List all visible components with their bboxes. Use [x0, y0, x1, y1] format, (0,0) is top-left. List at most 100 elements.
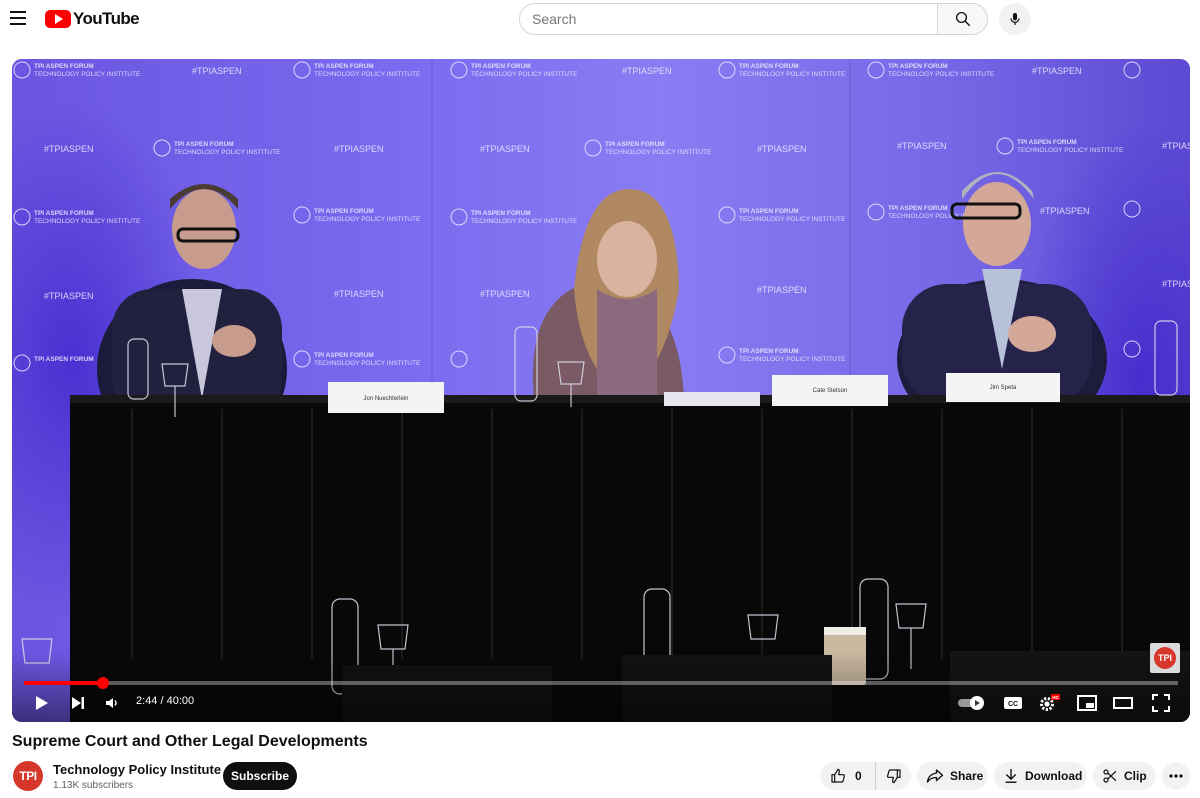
svg-text:TPI ASPEN FORUM: TPI ASPEN FORUM: [739, 208, 799, 215]
nameplate-right-text: Jim Speta: [990, 385, 1017, 391]
svg-text:TECHNOLOGY POLICY INSTITUTE: TECHNOLOGY POLICY INSTITUTE: [739, 71, 846, 78]
menu-icon-line: [10, 23, 26, 25]
svg-text:#TPIASPEN: #TPIASPEN: [192, 66, 242, 76]
youtube-play-icon: [45, 10, 71, 28]
svg-text:#TPIASPEN: #TPIASPEN: [334, 144, 384, 154]
subscribe-button[interactable]: Subscribe: [223, 762, 297, 790]
svg-text:TECHNOLOGY POLICY INSTITUTE: TECHNOLOGY POLICY INSTITUTE: [314, 71, 421, 78]
svg-text:CC: CC: [1008, 701, 1018, 708]
svg-text:TECHNOLOGY POLICY INSTITUTE: TECHNOLOGY POLICY INSTITUTE: [314, 360, 421, 367]
play-icon: [36, 696, 48, 710]
nameplate-middle-text: Cate Stetson: [813, 388, 848, 394]
like-button[interactable]: 0: [820, 762, 876, 790]
voice-search-button[interactable]: [999, 3, 1031, 35]
play-button[interactable]: [30, 691, 54, 715]
video-frame: #TPIASPEN #TPIASPEN #TPIASPEN #TPIASPEN …: [12, 59, 1190, 722]
download-button[interactable]: Download: [994, 762, 1087, 790]
svg-text:#TPIASPEN: #TPIASPEN: [757, 144, 807, 154]
svg-text:TECHNOLOGY POLICY INSTITUTE: TECHNOLOGY POLICY INSTITUTE: [314, 216, 421, 223]
clip-label: Clip: [1124, 769, 1147, 783]
thumbs-up-icon: [831, 768, 845, 783]
menu-button[interactable]: [8, 7, 30, 29]
settings-button[interactable]: HD: [1036, 691, 1062, 715]
svg-text:TPI ASPEN FORUM: TPI ASPEN FORUM: [471, 63, 531, 70]
next-icon: [72, 697, 84, 709]
svg-text:TPI ASPEN FORUM: TPI ASPEN FORUM: [739, 348, 799, 355]
svg-text:#TPIASPEN: #TPIASPEN: [1040, 206, 1090, 216]
theater-mode-button[interactable]: [1110, 691, 1136, 715]
svg-text:TPI ASPEN FORUM: TPI ASPEN FORUM: [314, 63, 374, 70]
svg-text:#TPIASPEN: #TPIASPEN: [334, 289, 384, 299]
svg-text:TPI ASPEN FORUM: TPI ASPEN FORUM: [471, 210, 531, 217]
progress-played: [24, 681, 103, 685]
svg-text:TECHNOLOGY POLICY INSTITUTE: TECHNOLOGY POLICY INSTITUTE: [888, 71, 995, 78]
dislike-button[interactable]: [876, 762, 911, 790]
fullscreen-button[interactable]: [1148, 691, 1174, 715]
fullscreen-icon: [1152, 694, 1170, 712]
search-button[interactable]: [937, 4, 987, 34]
captions-button[interactable]: CC: [1000, 691, 1026, 715]
svg-text:TPI ASPEN FORUM: TPI ASPEN FORUM: [605, 141, 665, 148]
miniplayer-button[interactable]: [1074, 691, 1100, 715]
time-display: 2:44 / 40:00: [136, 695, 195, 707]
microphone-icon: [1010, 13, 1020, 25]
svg-text:#TPIASPEN: #TPIASPEN: [480, 289, 530, 299]
svg-text:TECHNOLOGY POLICY INSTITUTE: TECHNOLOGY POLICY INSTITUTE: [605, 149, 712, 156]
autoplay-icon: [958, 696, 984, 710]
channel-avatar[interactable]: TPI: [13, 761, 43, 791]
gear-icon: HD: [1040, 694, 1060, 711]
svg-text:TECHNOLOGY POLICY INSTITUTE: TECHNOLOGY POLICY INSTITUTE: [1017, 147, 1124, 154]
captions-icon: CC: [1004, 697, 1022, 709]
progress-scrubber[interactable]: [96, 677, 109, 689]
menu-icon-line: [10, 17, 26, 19]
svg-text:#TPIASPEN: #TPIASPEN: [1032, 66, 1082, 76]
autoplay-toggle[interactable]: [956, 691, 988, 715]
hd-badge: HD: [1052, 695, 1059, 700]
svg-text:TPI ASPEN FORUM: TPI ASPEN FORUM: [888, 205, 948, 212]
video-player[interactable]: #TPIASPEN #TPIASPEN #TPIASPEN #TPIASPEN …: [12, 59, 1190, 722]
svg-text:#TPIASPEN: #TPIASPEN: [1162, 279, 1190, 289]
next-button[interactable]: [66, 691, 90, 715]
svg-text:TPI ASPEN FORUM: TPI ASPEN FORUM: [314, 208, 374, 215]
youtube-logo[interactable]: YouTube: [45, 9, 140, 29]
thumbs-down-icon: [886, 769, 901, 784]
share-button[interactable]: Share: [917, 762, 988, 790]
progress-bar[interactable]: [24, 677, 1178, 689]
clip-button[interactable]: Clip: [1093, 762, 1156, 790]
masthead: YouTube: [0, 0, 1200, 38]
mute-button[interactable]: [100, 691, 124, 715]
svg-text:TPI ASPEN FORUM: TPI ASPEN FORUM: [739, 63, 799, 70]
logo-text: YouTube: [73, 9, 140, 28]
svg-text:TECHNOLOGY POLICY INSTITUTE: TECHNOLOGY POLICY INSTITUTE: [34, 71, 141, 78]
svg-text:TECHNOLOGY POLICY INSTITUTE: TECHNOLOGY POLICY INSTITUTE: [739, 216, 846, 223]
share-icon: [926, 769, 944, 783]
svg-text:TPI ASPEN FORUM: TPI ASPEN FORUM: [888, 63, 948, 70]
channel-name-link[interactable]: Technology Policy Institute: [53, 762, 221, 777]
download-label: Download: [1025, 769, 1083, 783]
svg-text:#TPIASPEN: #TPIASPEN: [757, 285, 807, 295]
search-box: [519, 3, 988, 35]
svg-text:TPI ASPEN FORUM: TPI ASPEN FORUM: [1017, 139, 1077, 146]
like-count: 0: [855, 769, 862, 783]
svg-text:TECHNOLOGY POLICY INSTITUTE: TECHNOLOGY POLICY INSTITUTE: [471, 218, 578, 225]
svg-text:TPI ASPEN FORUM: TPI ASPEN FORUM: [174, 141, 234, 148]
svg-text:TECHNOLOGY POLICY INSTITUTE: TECHNOLOGY POLICY INSTITUTE: [34, 218, 141, 225]
nameplate-left-text: Jon Nuechterlein: [363, 396, 408, 402]
svg-text:#TPIASPEN: #TPIASPEN: [897, 141, 947, 151]
svg-text:#TPIASPEN: #TPIASPEN: [44, 144, 94, 154]
svg-text:TPI ASPEN FORUM: TPI ASPEN FORUM: [34, 63, 94, 70]
more-icon: [1169, 774, 1183, 778]
svg-text:TECHNOLOGY POLICY INSTITUTE: TECHNOLOGY POLICY INSTITUTE: [739, 356, 846, 363]
svg-text:#TPIASPEN: #TPIASPEN: [44, 291, 94, 301]
menu-icon: [10, 11, 26, 13]
watermark-logo: TPI: [1154, 647, 1176, 669]
search-input[interactable]: [520, 4, 937, 34]
channel-watermark[interactable]: TPI: [1150, 643, 1180, 673]
svg-text:TPI ASPEN FORUM: TPI ASPEN FORUM: [34, 356, 94, 363]
svg-text:#TPIASPEN: #TPIASPEN: [1162, 141, 1190, 151]
subscriber-count: 1.13K subscribers: [53, 780, 134, 791]
svg-text:TPI ASPEN FORUM: TPI ASPEN FORUM: [34, 210, 94, 217]
svg-text:TPI ASPEN FORUM: TPI ASPEN FORUM: [314, 352, 374, 359]
more-actions-button[interactable]: [1162, 762, 1190, 790]
svg-text:TECHNOLOGY POLICY INSTITUTE: TECHNOLOGY POLICY INSTITUTE: [174, 149, 281, 156]
